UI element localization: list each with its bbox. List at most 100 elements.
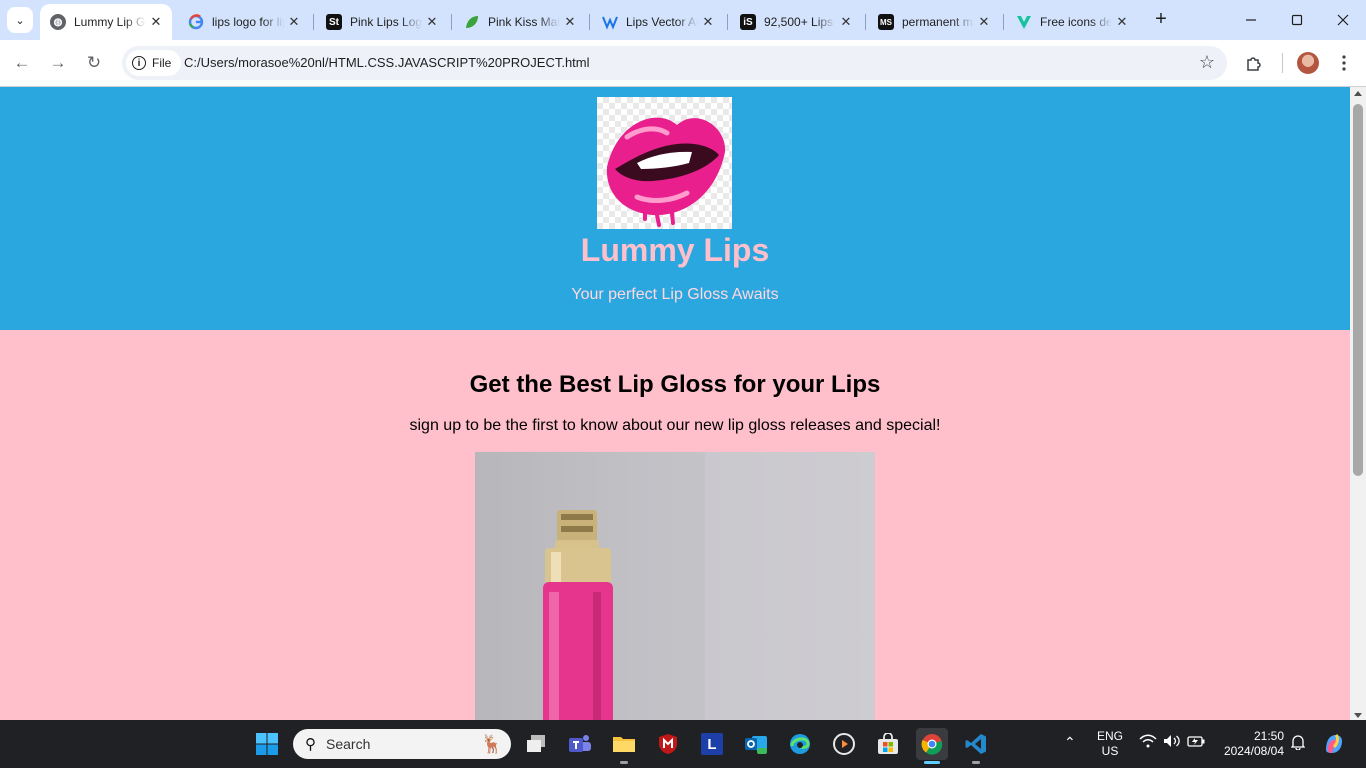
tab-divider bbox=[1003, 14, 1004, 30]
outlook-icon bbox=[745, 736, 767, 754]
shield-icon bbox=[659, 734, 677, 754]
teams-app[interactable] bbox=[564, 728, 596, 760]
tab-search-button[interactable]: ⌄ bbox=[7, 7, 33, 33]
kebab-menu-icon bbox=[1342, 55, 1346, 71]
profile-avatar[interactable] bbox=[1297, 52, 1319, 74]
browser-toolbar: ← → ↻ i File C:/Users/morasoe%20nl/HTML.… bbox=[0, 40, 1366, 87]
tab-strip: ⌄ ◍ Lummy Lip Gloss ✕ lips logo for lip … bbox=[0, 0, 1366, 40]
taskbar: ⚲ Search 🦌 L ⌃ ENG US 21:50 2024/08/04 bbox=[0, 720, 1366, 768]
copilot-app[interactable] bbox=[1318, 728, 1350, 760]
reload-button[interactable]: ↻ bbox=[81, 50, 107, 76]
tab-title: Pink Lips Logo bbox=[350, 15, 422, 29]
tab-title: Lummy Lip Gloss bbox=[74, 15, 146, 29]
windows-logo-icon bbox=[256, 733, 278, 755]
close-icon bbox=[1337, 14, 1349, 26]
puzzle-icon bbox=[1247, 57, 1261, 71]
tab-title: Free icons designed bbox=[1040, 15, 1112, 29]
tab-free-icons[interactable]: Free icons designed ✕ bbox=[1006, 4, 1138, 40]
volume-icon[interactable] bbox=[1163, 734, 1181, 751]
back-button[interactable]: ← bbox=[9, 50, 35, 76]
edge-app[interactable] bbox=[784, 728, 816, 760]
media-player-app[interactable] bbox=[828, 728, 860, 760]
tab-title: 92,500+ Lips bbox=[764, 15, 834, 29]
close-icon[interactable]: ✕ bbox=[284, 14, 304, 30]
file-explorer-app[interactable] bbox=[608, 728, 640, 760]
vscode-app[interactable] bbox=[960, 728, 992, 760]
start-button[interactable] bbox=[251, 728, 283, 760]
taskbar-search[interactable]: ⚲ Search 🦌 bbox=[293, 729, 511, 759]
page-scrollbar[interactable] bbox=[1350, 87, 1366, 720]
leaf-icon bbox=[464, 14, 480, 30]
tab-lummy-lip[interactable]: ◍ Lummy Lip Gloss ✕ bbox=[40, 4, 172, 40]
scroll-up-arrow-icon[interactable] bbox=[1354, 91, 1362, 96]
chrome-app[interactable] bbox=[916, 728, 948, 760]
active-indicator bbox=[924, 761, 940, 764]
task-view-button[interactable] bbox=[520, 728, 552, 760]
mcafee-app[interactable] bbox=[652, 728, 684, 760]
language-indicator[interactable]: ENG US bbox=[1094, 729, 1126, 759]
search-icon: ⚲ bbox=[305, 736, 316, 753]
tab-pink-lips-logo[interactable]: St Pink Lips Logo ✕ bbox=[316, 4, 448, 40]
close-icon[interactable]: ✕ bbox=[146, 14, 166, 30]
ms-icon: MS bbox=[878, 14, 894, 30]
forward-button[interactable]: → bbox=[45, 50, 71, 76]
notification-bell-icon[interactable] bbox=[1290, 734, 1306, 753]
minimize-button[interactable] bbox=[1228, 0, 1274, 40]
tab-92500-lips[interactable]: iS 92,500+ Lips ✕ bbox=[730, 4, 862, 40]
task-view-icon bbox=[527, 735, 545, 752]
running-indicator bbox=[972, 761, 980, 764]
close-icon[interactable]: ✕ bbox=[560, 14, 580, 30]
search-label: Search bbox=[326, 736, 371, 752]
tab-divider bbox=[313, 14, 314, 30]
lenovo-app[interactable]: L bbox=[696, 728, 728, 760]
istock-icon: iS bbox=[740, 14, 756, 30]
store-app[interactable] bbox=[872, 728, 904, 760]
chevron-up-icon[interactable]: ⌃ bbox=[1064, 734, 1076, 751]
tab-lips-logo-search[interactable]: lips logo for lip gloss - Google Search … bbox=[178, 4, 310, 40]
promo-text: sign up to be the first to know about ou… bbox=[409, 417, 941, 434]
close-icon[interactable]: ✕ bbox=[836, 14, 856, 30]
scroll-down-arrow-icon[interactable] bbox=[1354, 713, 1362, 718]
bookmark-star-icon[interactable]: ☆ bbox=[1199, 52, 1215, 73]
reload-icon: ↻ bbox=[86, 53, 102, 72]
tab-title: permanent makeup bbox=[902, 15, 974, 29]
vscode-icon bbox=[965, 734, 986, 754]
close-icon[interactable]: ✕ bbox=[974, 14, 994, 30]
wifi-icon[interactable] bbox=[1139, 734, 1157, 751]
tab-divider bbox=[727, 14, 728, 30]
scheme-label: File bbox=[152, 56, 172, 70]
maximize-button[interactable] bbox=[1274, 0, 1320, 40]
site-header: Lummy Lips Your perfect Lip Gloss Awaits bbox=[0, 87, 1350, 330]
tab-divider bbox=[451, 14, 452, 30]
url-text[interactable]: C:/Users/morasoe%20nl/HTML.CSS.JAVASCRIP… bbox=[184, 55, 590, 70]
running-indicator bbox=[620, 761, 628, 764]
clock-time: 21:50 bbox=[1253, 729, 1284, 743]
clock[interactable]: 21:50 2024/08/04 bbox=[1216, 729, 1284, 759]
tab-permanent-makeup[interactable]: MS permanent makeup ✕ bbox=[868, 4, 1000, 40]
tab-title: Lips Vector Art bbox=[626, 15, 698, 29]
toolbar-divider bbox=[1282, 53, 1283, 73]
chrome-icon bbox=[921, 734, 943, 755]
address-bar[interactable]: i File C:/Users/morasoe%20nl/HTML.CSS.JA… bbox=[122, 46, 1227, 80]
close-icon[interactable]: ✕ bbox=[698, 14, 718, 30]
extensions-button[interactable] bbox=[1241, 50, 1267, 76]
scrollbar-thumb[interactable] bbox=[1353, 104, 1363, 476]
language-label: ENG bbox=[1096, 729, 1123, 743]
tab-pink-kiss[interactable]: Pink Kiss Makeup ✕ bbox=[454, 4, 586, 40]
lip-gloss-product-image bbox=[475, 452, 875, 720]
folder-icon bbox=[613, 737, 635, 752]
close-icon[interactable]: ✕ bbox=[1112, 14, 1132, 30]
new-tab-button[interactable]: + bbox=[1150, 8, 1172, 30]
outlook-app[interactable] bbox=[740, 728, 772, 760]
web-page: Lummy Lips Your perfect Lip Gloss Awaits… bbox=[0, 87, 1350, 720]
tab-divider bbox=[589, 14, 590, 30]
close-icon[interactable]: ✕ bbox=[422, 14, 442, 30]
window-close-button[interactable] bbox=[1320, 0, 1366, 40]
site-info-chip[interactable]: i File bbox=[126, 50, 182, 76]
store-bag-icon bbox=[878, 733, 898, 754]
battery-icon[interactable] bbox=[1187, 734, 1205, 751]
menu-button[interactable] bbox=[1331, 50, 1357, 76]
globe-icon: ◍ bbox=[50, 14, 66, 30]
tab-lips-vector[interactable]: Lips Vector Art ✕ bbox=[592, 4, 724, 40]
tab-title: Pink Kiss Makeup bbox=[488, 15, 560, 29]
